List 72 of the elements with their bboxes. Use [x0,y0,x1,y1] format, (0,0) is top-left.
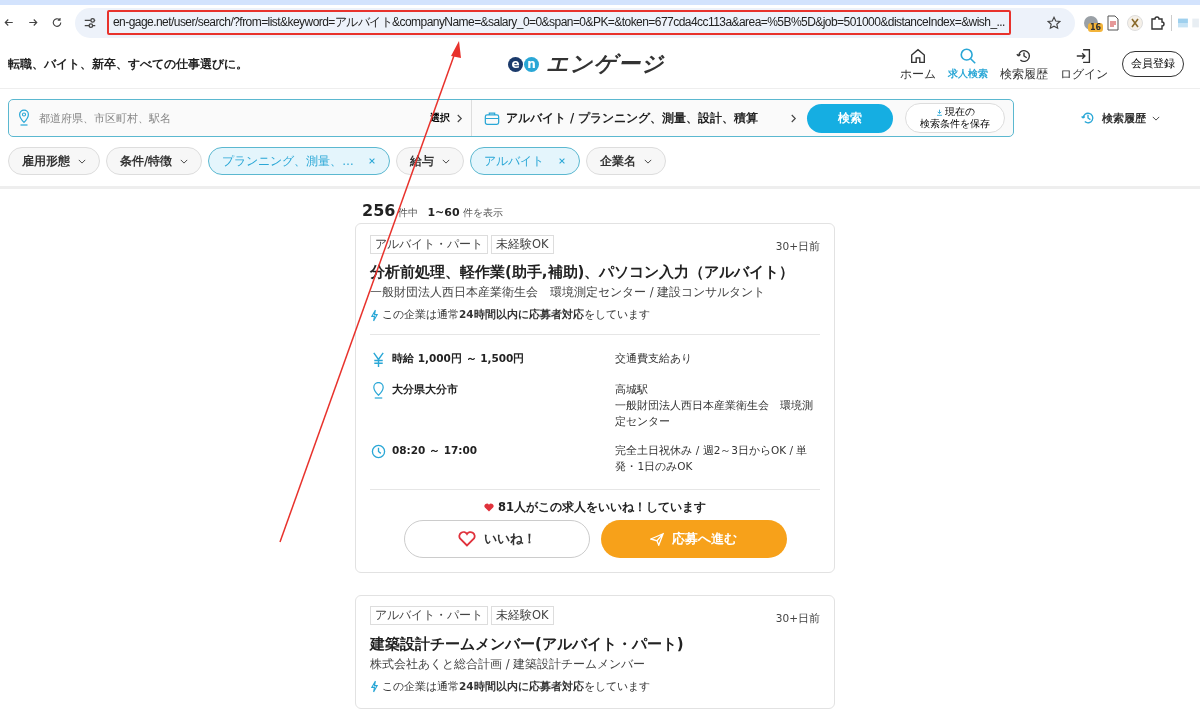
detail-note: 一般財団法人西日本産業衛生会 環境測定センター [615,397,815,429]
home-icon [909,46,927,65]
download-icon [935,108,943,116]
tagline: 転職、バイト、新卒、すべての仕事選びに。 [8,55,249,73]
site-settings-icon[interactable] [83,15,97,30]
job-tag: アルバイト・パート [370,234,488,254]
company-name: 株式会社あくと総合計画 / 建築設計チームメンバー [370,656,647,672]
briefcase-icon [484,110,500,126]
register-button[interactable]: 会員登録 [1122,51,1184,77]
job-tag: 未経験OK [491,606,554,626]
bookmark-star-icon[interactable] [1047,15,1061,30]
forward-icon[interactable] [27,16,39,29]
nav-item[interactable]: 検索履歴 [1000,46,1048,82]
history-icon [1080,110,1096,126]
address-bar[interactable]: en-gage.net/user/search/?from=list&keyword=アルバイト&companyName=&salary_0=0&span=0&PK=&token=677cda4cc113a&area=%5B%5D&job=501000&distanceIndex=&wish_... [75,7,1075,38]
caret-icon [180,158,189,164]
job-tag: アルバイト・パート [370,606,488,626]
back-icon[interactable] [3,16,15,29]
result-range-label: 件を表示 [462,206,503,220]
response-note: この企業は通常24時間以内に応募者対応をしています [382,308,650,322]
x-circle-icon[interactable] [1127,14,1143,31]
puzzle-icon[interactable] [1149,14,1165,31]
detail-value: 時給 1,000円 ～ 1,500円 [392,351,525,366]
result-total-label: 件中 [398,206,419,220]
detail-value: 大分県大分市 [392,382,458,397]
location-pin-icon [371,382,386,399]
caret-icon [441,158,450,164]
caret-icon [78,158,86,164]
job-title[interactable]: 建築設計チームメンバー(アルバイト・パート) [370,634,820,654]
company-name: 一般財団法人西日本産業衛生会 環境測定センター / 建設コンサルタント [370,285,767,300]
lightning-icon [370,680,379,694]
job-tag: 未経験OK [491,234,554,254]
result-range: 1~60 [427,206,460,219]
likes-count: 81人がこの求人をいいね！しています [498,499,706,515]
job-category-selector[interactable]: アルバイト / プランニング、測量、設計、積算 [506,110,784,126]
result-total: 256 [362,201,396,220]
chevron-right-icon [456,112,463,124]
caret-icon [643,158,652,164]
search-history-dropdown[interactable]: 検索履歴 [1074,109,1166,127]
chevron-right-icon [790,112,797,124]
detail-note: 交通費支給あり [615,351,694,366]
nav-item[interactable]: ホーム [900,46,936,82]
heart-icon [484,502,494,512]
filter-chip[interactable]: 条件/特徴 [106,147,203,175]
caret-icon [1152,115,1160,121]
url-text: en-gage.net/user/search/?from=list&keyword=アルバイト&companyName=&salary_0=0&span=0&PK=&token=677cda4cc113a&area=%5B%5D&job=501000&distanceIndex=&wish_... [113,14,1005,31]
filter-chip[interactable]: 企業名 [585,147,666,175]
location-pin-icon [17,109,31,127]
detail-value: 08:20 ～ 17:00 [392,443,478,459]
like-button[interactable]: いいね！ [403,519,590,558]
response-note: この企業は通常24時間以内に応募者対応をしています [382,679,650,694]
lightning-icon [370,308,379,322]
search-icon [959,47,977,65]
reload-icon[interactable] [51,16,63,29]
paper-plane-icon [650,531,664,546]
job-card[interactable]: アルバイト・パート 未経験OK 30+日前 建築設計チームメンバー(アルバイト・パート) 株式会社あくと総合計画 / 建築設計チームメンバー この企業は通常24時間以内に応募者対応をしています [355,594,835,709]
document-icon[interactable] [1105,14,1121,31]
posted-date: 30+日前 [775,240,820,254]
site-logo[interactable]: e n エンゲージ [508,49,665,79]
save-search-button[interactable]: 現在の 検索条件を保存 [905,103,1005,133]
detail-note: 完全土日祝休み / 週2～3日からOK / 単発・1日のみOK [615,443,809,474]
location-input[interactable]: 都道府県、市区町村、駅名 [37,110,424,126]
extension-badge: 16 [1088,22,1104,32]
filter-chip[interactable]: 雇用形態 [8,147,100,175]
clock-icon [371,443,386,461]
login-icon [1075,46,1093,65]
job-card[interactable] [355,223,835,573]
posted-date: 30+日前 [775,611,820,626]
nav-item[interactable]: ログイン [1060,46,1108,82]
yen-icon [371,351,386,368]
detail-note: 高城駅 [615,382,650,397]
heart-outline-icon [457,530,476,547]
